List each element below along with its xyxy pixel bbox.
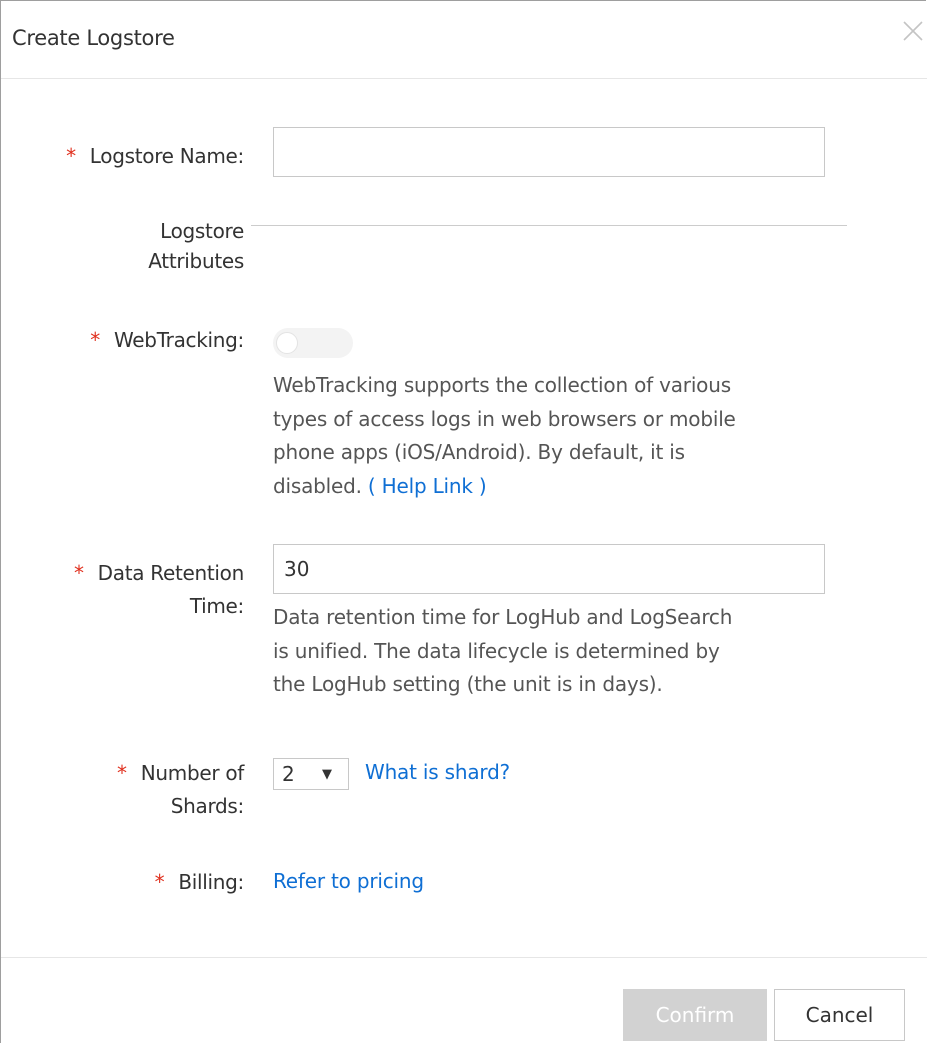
footer-divider [1, 957, 927, 958]
close-icon [903, 21, 923, 41]
cancel-button[interactable]: Cancel [774, 989, 905, 1041]
close-button[interactable] [901, 19, 925, 43]
webtracking-label: * WebTracking: [90, 328, 244, 352]
dialog-header: Create Logstore [1, 1, 927, 79]
webtracking-help-link[interactable]: ( Help Link ) [368, 474, 487, 498]
billing-label: * Billing: [154, 870, 245, 894]
data-retention-label: * Data Retention Time: [73, 561, 244, 618]
confirm-button[interactable]: Confirm [623, 989, 767, 1041]
logstore-attributes-label: Logstore Attributes [148, 219, 244, 273]
webtracking-help-text: WebTracking supports the collection of v… [273, 373, 736, 498]
what-is-shard-link[interactable]: What is shard? [365, 760, 510, 784]
webtracking-toggle[interactable] [273, 328, 353, 358]
refer-to-pricing-link[interactable]: Refer to pricing [273, 869, 424, 893]
create-logstore-dialog: Create Logstore * Logstore Name: Logstore… [0, 0, 927, 1043]
required-mark: * [73, 561, 84, 585]
required-mark: * [154, 870, 165, 894]
dialog-title: Create Logstore [12, 26, 175, 50]
logstore-name-label: * Logstore Name: [66, 144, 244, 168]
shards-help: What is shard? [365, 756, 510, 790]
required-mark: * [66, 144, 76, 168]
attributes-divider [251, 225, 847, 226]
required-mark: * [117, 761, 127, 785]
chevron-down-icon: ▼ [322, 767, 332, 782]
data-retention-help-text: Data retention time for LogHub and LogSe… [273, 605, 733, 696]
toggle-knob [276, 332, 298, 354]
shards-selected-value: 2 [282, 762, 295, 786]
logstore-name-input[interactable] [273, 127, 825, 177]
shards-select[interactable]: 2 ▼ [273, 758, 349, 790]
shards-label: * Number of Shards: [117, 761, 244, 818]
data-retention-input[interactable] [273, 544, 825, 594]
required-mark: * [90, 328, 100, 352]
billing-value: Refer to pricing [273, 865, 424, 899]
